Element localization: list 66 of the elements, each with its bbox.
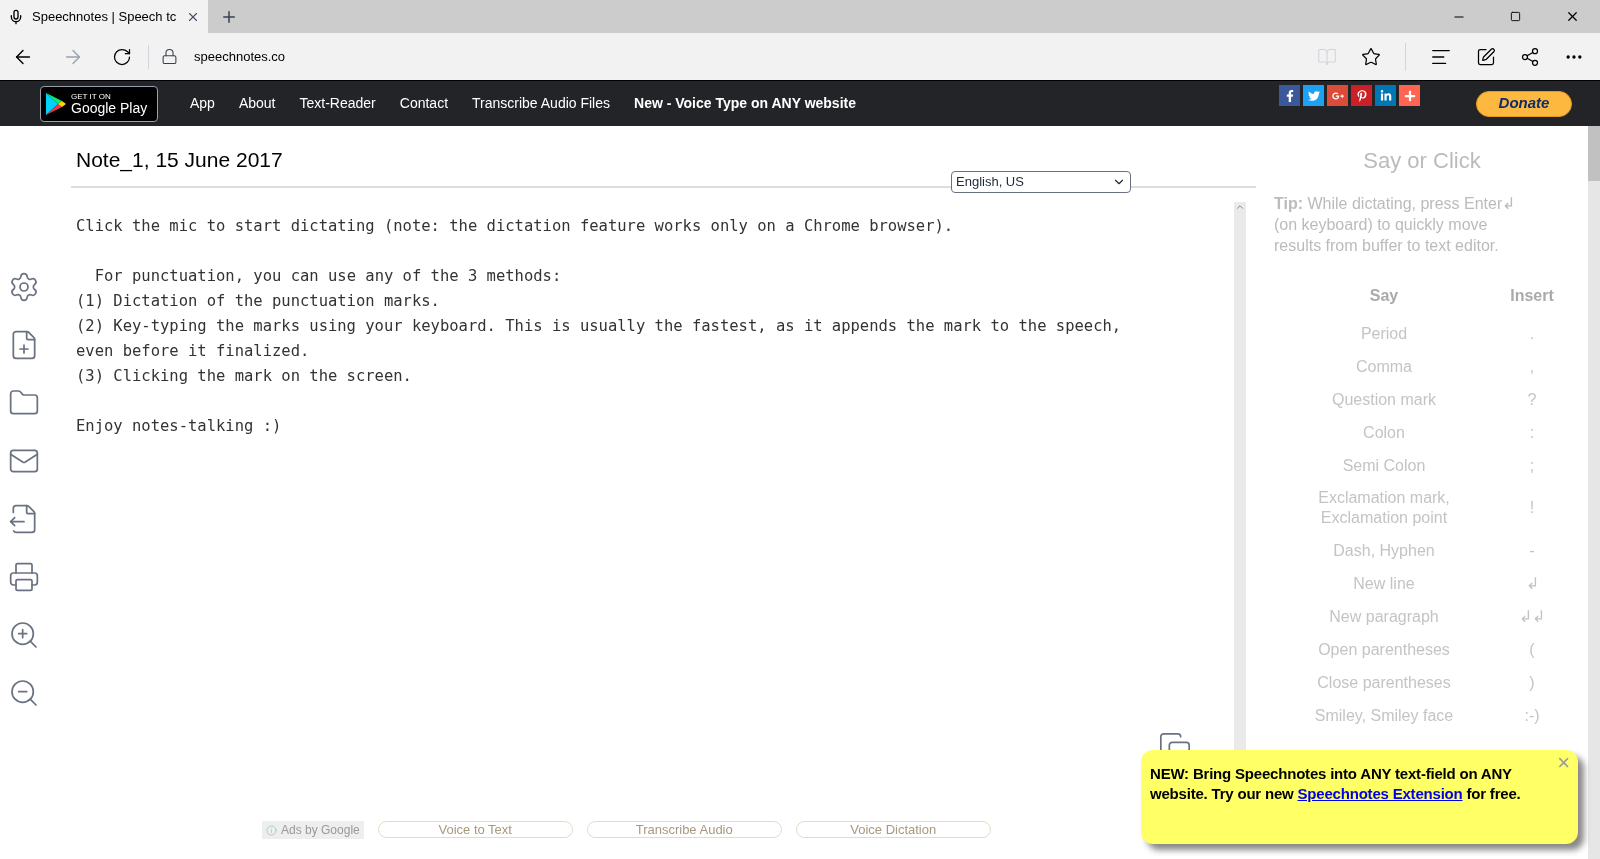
extension-link[interactable]: Speechnotes Extension	[1297, 785, 1463, 802]
lock-icon	[161, 48, 178, 65]
say-command[interactable]: Colon	[1339, 422, 1429, 443]
zoom-out-icon[interactable]	[8, 677, 40, 709]
close-window-icon[interactable]	[1565, 9, 1580, 24]
facebook-icon[interactable]	[1279, 85, 1300, 106]
insert-mark[interactable]: !	[1529, 498, 1535, 518]
say-command[interactable]: Close parentheses	[1293, 672, 1475, 693]
insert-mark[interactable]: :-)	[1524, 705, 1540, 726]
say-command[interactable]: New line	[1329, 573, 1439, 594]
google-play-badge[interactable]: GET IT ON Google Play	[40, 85, 158, 122]
say-command[interactable]: Question mark	[1307, 389, 1460, 410]
column-header: Insert	[1509, 286, 1555, 306]
insert-mark[interactable]: -	[1529, 540, 1535, 561]
plus-icon[interactable]	[1399, 85, 1420, 106]
restore-icon[interactable]	[1510, 11, 1521, 22]
nav-link[interactable]: App	[190, 93, 215, 114]
linkedin-icon[interactable]	[1375, 85, 1396, 106]
language-select[interactable]: English, US	[951, 171, 1131, 193]
scrollbar-thumb[interactable]	[1588, 126, 1600, 181]
insert-mark[interactable]: (	[1529, 639, 1535, 660]
close-button[interactable]: ×	[1557, 752, 1570, 774]
panel-title: Say or Click	[1362, 147, 1482, 175]
say-command[interactable]: Open parentheses	[1294, 639, 1474, 660]
ads-label[interactable]: Ads by Google	[262, 821, 364, 839]
say-command[interactable]: Smiley, Smiley face	[1290, 705, 1478, 726]
settings-icon[interactable]	[8, 271, 40, 303]
play-store-icon	[45, 91, 67, 116]
tip-text: Tip: While dictating, press Enter↲ (on keyboard) to quickly move results from buffer to text editor.	[1274, 194, 1517, 256]
say-command[interactable]: Exclamation mark, Exclamation point	[1274, 488, 1494, 528]
insert-mark[interactable]: :	[1529, 422, 1535, 443]
nav-link[interactable]: New - Voice Type on ANY website	[634, 93, 856, 114]
google-plus-icon[interactable]	[1327, 85, 1348, 106]
note-editor[interactable]: Click the mic to start dictating (note: the dictation feature works only on a Chrome browser). For punctuation, you can use any of the 3 methods: (1) Dictation of the punctuation marks. (2) Key-typing the marks using your keyboard. This is usually the fastest, as it appends the mark to the speech, even before it finalized. (3) Clicking the mark on the screen. Enjoy notes-talking :)	[76, 213, 1234, 439]
mic-icon	[8, 8, 24, 25]
say-command[interactable]: Semi Colon	[1318, 455, 1450, 476]
address-field[interactable]: speechnotes.co	[194, 46, 286, 67]
pinterest-icon[interactable]	[1351, 85, 1372, 106]
share-icon[interactable]	[1520, 46, 1540, 67]
donate-button[interactable]: Donate	[1476, 90, 1572, 117]
column-header: Say	[1368, 286, 1400, 306]
browser-tab[interactable]: Speechnotes | Speech tc	[0, 0, 208, 33]
nav-link[interactable]: Transcribe Audio Files	[472, 93, 610, 114]
twitter-icon[interactable]	[1303, 85, 1324, 106]
info-icon	[266, 824, 277, 836]
web-note-icon[interactable]	[1476, 46, 1496, 67]
insert-mark[interactable]: ↲	[1525, 573, 1539, 594]
favorite-icon[interactable]	[1361, 46, 1381, 67]
popup-message: NEW: Bring Speechnotes into ANY text-field on ANY website. Try our new Speechnotes Extension for free.	[1150, 764, 1522, 804]
insert-mark[interactable]: )	[1529, 672, 1535, 693]
insert-mark[interactable]: ↲↲	[1519, 606, 1545, 627]
nav-link[interactable]: Contact	[399, 93, 449, 114]
insert-mark[interactable]: .	[1529, 323, 1535, 344]
printer-icon[interactable]	[8, 561, 40, 593]
say-command[interactable]: Comma	[1332, 356, 1436, 377]
note-title: Note_1, 15 June 2017	[76, 147, 283, 174]
say-command[interactable]: Dash, Hyphen	[1309, 540, 1459, 561]
insert-mark[interactable]: ,	[1529, 356, 1535, 377]
say-command[interactable]: Period	[1336, 323, 1432, 344]
refresh-icon[interactable]	[112, 46, 132, 67]
zoom-in-icon[interactable]	[8, 619, 40, 651]
nav-link[interactable]: Text-Reader	[299, 93, 376, 114]
say-command[interactable]: New paragraph	[1305, 606, 1463, 627]
insert-mark[interactable]: ?	[1527, 389, 1537, 410]
nav-link[interactable]: About	[238, 93, 276, 114]
insert-mark[interactable]: ;	[1529, 455, 1535, 476]
